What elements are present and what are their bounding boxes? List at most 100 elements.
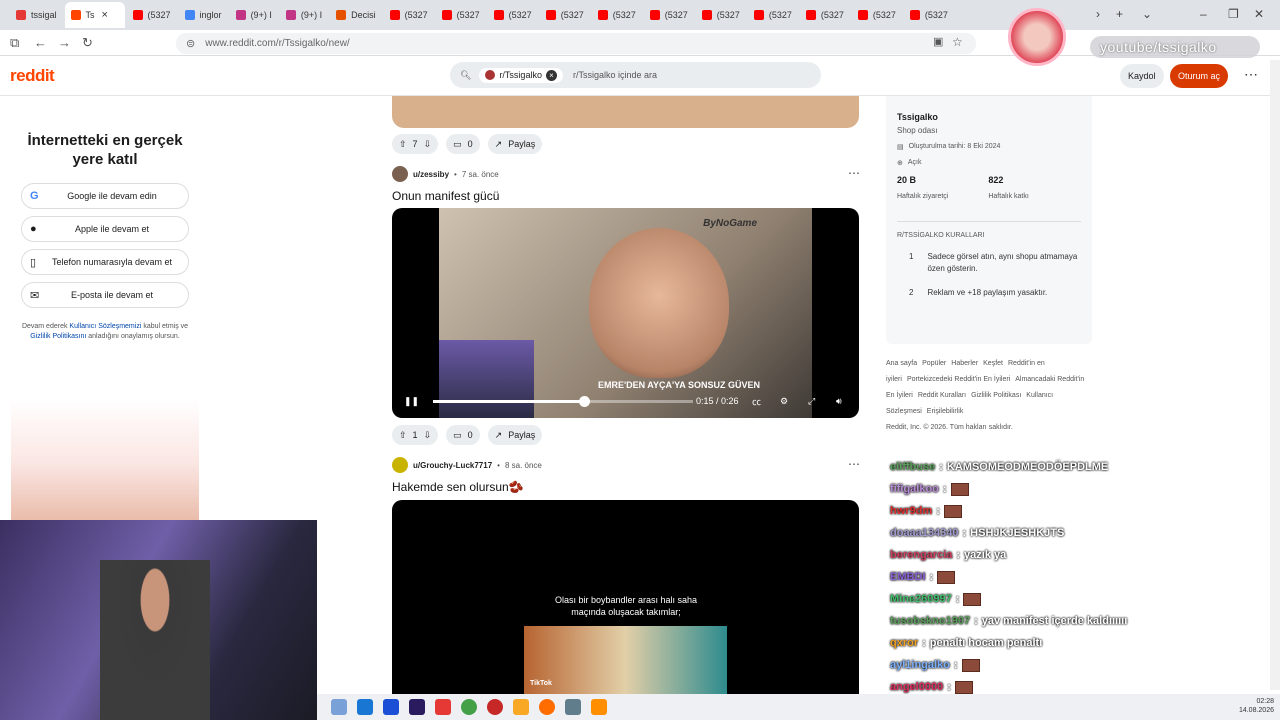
taskbar-app-icon[interactable] <box>331 699 347 715</box>
maximize-button[interactable]: ❐ <box>1228 7 1239 21</box>
video-player[interactable]: Olası bir boybandler arası halı saha maç… <box>392 500 859 700</box>
apple-login-button[interactable]: ● Apple ile devam et <box>21 216 189 242</box>
browser-tab[interactable]: (5327 <box>644 2 694 28</box>
share-button[interactable]: ↗ Paylaş <box>487 425 543 445</box>
browser-tab[interactable]: inglor <box>179 2 228 28</box>
user-agreement-link[interactable]: Kullanıcı Sözleşmemizi <box>69 323 141 330</box>
upvote-icon[interactable]: ⇧ <box>399 139 407 150</box>
page-scrollbar[interactable] <box>1270 60 1280 690</box>
post-title[interactable]: Onun manifest gücü <box>392 189 499 203</box>
search-input[interactable]: 🔍︎ r/Tssigalko × r/Tssigalko içinde ara <box>450 62 821 88</box>
new-tab-button[interactable]: + <box>1116 7 1123 21</box>
browser-tab[interactable]: (5327 <box>384 2 434 28</box>
pause-icon[interactable]: ❚❚ <box>404 396 419 407</box>
privacy-policy-link[interactable]: Gizlilik Politikasını <box>30 333 86 340</box>
forward-button[interactable]: → <box>58 35 71 50</box>
tab-scroll-right-icon[interactable]: › <box>1096 7 1100 21</box>
browser-tab[interactable]: (5327 <box>696 2 746 28</box>
post-author[interactable]: u/zessiby <box>413 170 449 179</box>
clear-chip-icon[interactable]: × <box>545 69 557 81</box>
tab-list-icon[interactable]: ⌄ <box>1142 7 1152 21</box>
browser-tab[interactable]: Decisi <box>330 2 382 28</box>
tab-label: (5327 <box>404 10 428 20</box>
downvote-icon[interactable]: ⇩ <box>424 430 432 441</box>
footer-link[interactable]: Haberler <box>951 360 978 367</box>
favorite-star-icon[interactable]: ☆ <box>952 35 963 49</box>
chat-text: penaltı hocam penaltı <box>929 637 1043 649</box>
site-info-icon[interactable]: ⊜ <box>186 37 195 50</box>
upvote-icon[interactable]: ⇧ <box>399 430 407 441</box>
minimize-button[interactable]: – <box>1200 7 1207 21</box>
fullscreen-icon[interactable]: ⤢ <box>808 396 815 407</box>
taskbar-app-icon[interactable] <box>565 699 581 715</box>
browser-tab[interactable]: (9+) I <box>230 2 278 28</box>
downvote-icon[interactable]: ⇩ <box>424 139 432 150</box>
browser-tab[interactable]: (5327 <box>748 2 798 28</box>
email-login-button[interactable]: ✉ E-posta ile devam et <box>21 282 189 308</box>
video-player[interactable]: ByNoGame EMRE'DEN AYÇA'YA SONSUZ GÜVEN ❚… <box>392 208 859 418</box>
post-options-icon[interactable]: ⋯ <box>848 166 860 180</box>
close-window-button[interactable]: ✕ <box>1254 7 1264 21</box>
taskbar-app-icon[interactable] <box>409 699 425 715</box>
chat-text: HSHJKJESHKJTS <box>970 527 1065 539</box>
browser-tab[interactable]: Ts × <box>64 2 125 28</box>
browser-tab[interactable]: (5327 <box>488 2 538 28</box>
taskbar-app-icon[interactable] <box>383 699 399 715</box>
reddit-logo[interactable]: reddit <box>10 66 55 86</box>
more-options-icon[interactable]: ⋯ <box>1244 66 1258 83</box>
back-button[interactable]: ← <box>34 35 47 50</box>
footer-link[interactable]: Gizlilik Politikası <box>971 392 1021 399</box>
post-media-image[interactable] <box>392 96 859 128</box>
footer-link[interactable]: Popüler <box>922 360 946 367</box>
author-avatar[interactable] <box>392 166 408 182</box>
post-author[interactable]: u/Grouchy-Luck7717 <box>413 461 492 470</box>
video-text: Olası bir boybandler arası halı saha maç… <box>554 595 698 617</box>
vlc-icon[interactable] <box>591 699 607 715</box>
comments-button[interactable]: ▭ 0 <box>446 134 480 154</box>
browser-tab[interactable]: tssigal <box>10 2 63 28</box>
browser-tab[interactable]: (5327 <box>800 2 850 28</box>
taskbar-app-icon[interactable] <box>435 699 451 715</box>
browser-tab[interactable]: (5327 <box>127 2 177 28</box>
rule-item[interactable]: 1 Sadece görsel atın, aynı shopu atmamaya… <box>897 251 1081 275</box>
subreddit-avatar <box>485 70 496 80</box>
comments-button[interactable]: ▭ 0 <box>446 425 480 445</box>
settings-gear-icon[interactable]: ⚙ <box>780 396 788 407</box>
tab-favicon-icon <box>132 10 143 20</box>
phone-login-button[interactable]: ▯ Telefon numarasıyla devam et <box>21 249 189 275</box>
rule-item[interactable]: 2 Reklam ve +18 paylaşım yasaktır. <box>897 287 1081 299</box>
tab-favicon-icon <box>493 10 504 20</box>
screenshot-icon[interactable]: ▣ <box>933 35 943 48</box>
footer-link[interactable]: Reddit Kuralları <box>918 392 966 399</box>
chrome-icon[interactable] <box>461 699 477 715</box>
browser-tab[interactable]: (5327 <box>436 2 486 28</box>
volume-icon[interactable]: 🔊︎ <box>836 396 842 407</box>
captions-icon[interactable]: ㏄ <box>752 395 761 408</box>
browser-tab[interactable]: (5327 <box>852 2 902 28</box>
subreddit-search-chip[interactable]: r/Tssigalko × <box>479 67 563 83</box>
taskbar-app-icon[interactable] <box>357 699 373 715</box>
browser-tab[interactable]: (9+) I <box>280 2 328 28</box>
post-options-icon[interactable]: ⋯ <box>848 457 860 471</box>
reload-button[interactable]: ↻ <box>82 35 93 51</box>
folder-icon[interactable] <box>513 699 529 715</box>
signup-button[interactable]: Kaydol <box>1120 64 1164 88</box>
footer-link[interactable]: Erişilebilirlik <box>927 408 964 415</box>
close-tab-icon[interactable]: × <box>102 9 108 21</box>
browser-tab[interactable]: (5327 <box>540 2 590 28</box>
footer-link[interactable]: Keşfet <box>983 360 1003 367</box>
firefox-icon[interactable] <box>539 699 555 715</box>
post-title[interactable]: Hakemde sen olursun🫘 <box>392 480 524 494</box>
footer-link[interactable]: Portekizcedeki Reddit'in En İyileri <box>907 376 1010 383</box>
share-button[interactable]: ↗ Paylaş <box>487 134 543 154</box>
taskbar-app-icon[interactable] <box>487 699 503 715</box>
login-button[interactable]: Oturum aç <box>1170 64 1229 88</box>
browser-tab[interactable]: (5327 <box>592 2 642 28</box>
footer-link[interactable]: Ana sayfa <box>886 360 917 367</box>
author-avatar[interactable] <box>392 457 408 473</box>
google-login-button[interactable]: G Google ile devam edin <box>21 183 189 209</box>
system-clock[interactable]: 02:28 14.08.2026 <box>1239 697 1274 715</box>
browser-tab[interactable]: (5327 <box>904 2 954 28</box>
url-field[interactable]: ⊜ www.reddit.com/r/Tssigalko/new/ <box>176 33 976 54</box>
sidebar-toggle-icon[interactable]: ⧉ <box>10 35 19 51</box>
